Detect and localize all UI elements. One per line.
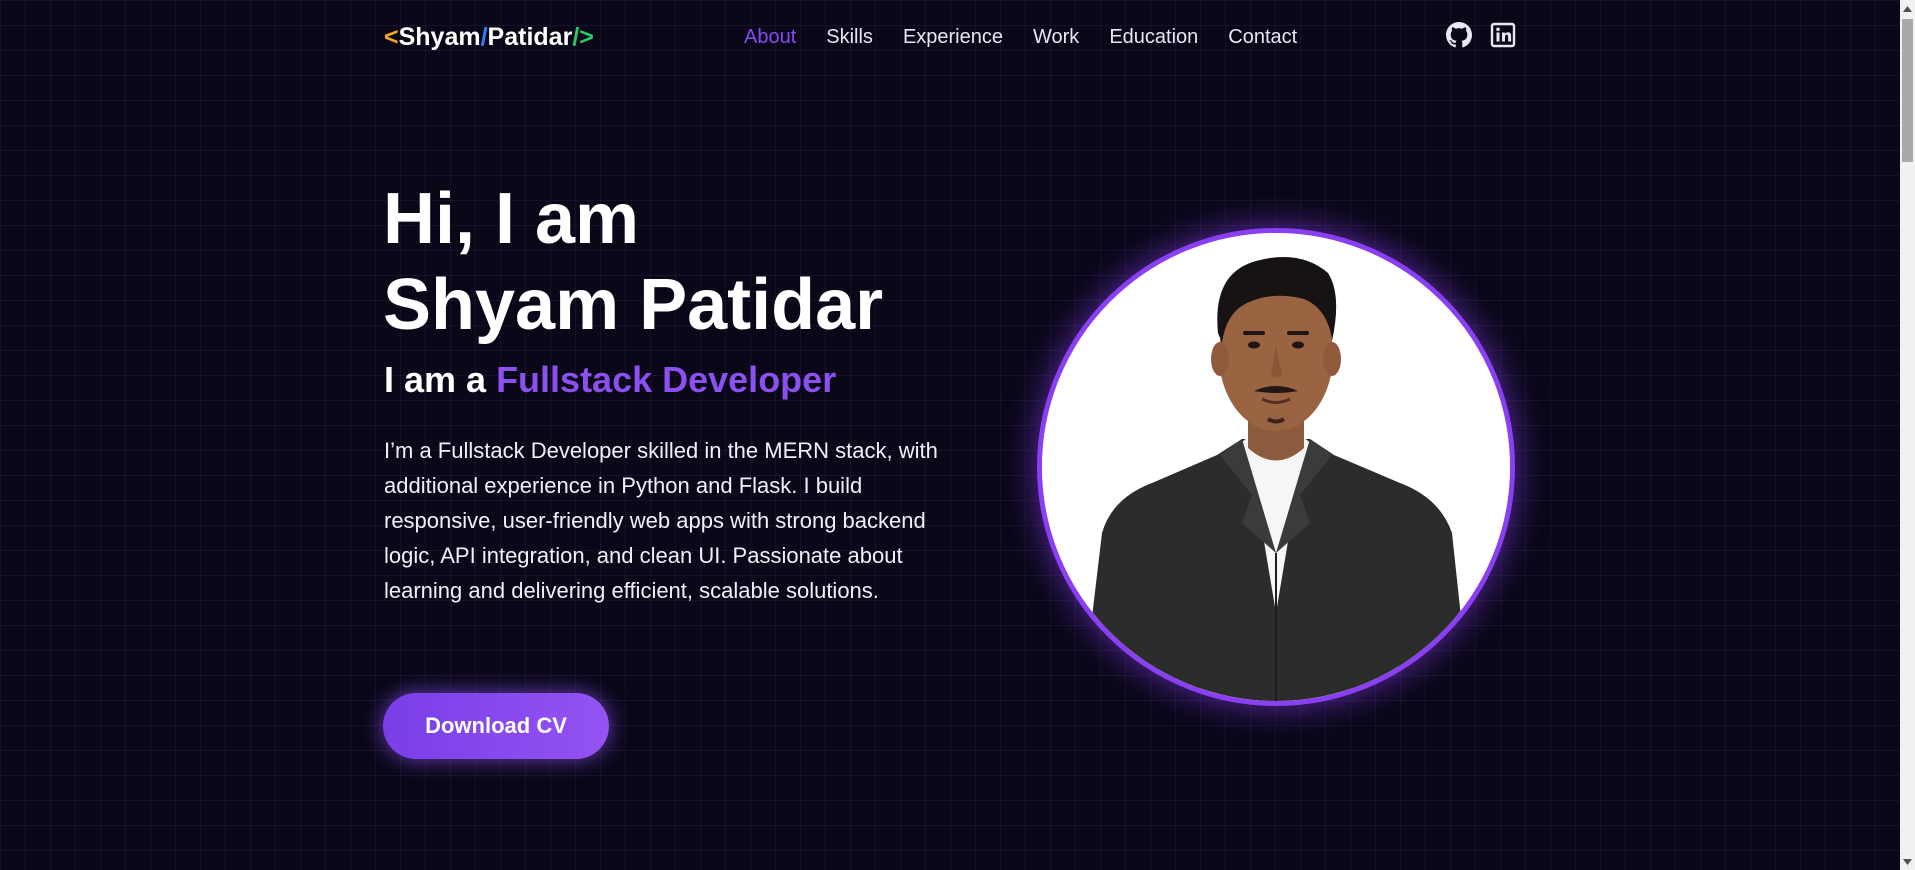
portfolio-page: <Shyam/Patidar/> About Skills Experience… bbox=[0, 0, 1915, 870]
hero-role: I am a Fullstack Developer bbox=[384, 358, 836, 402]
hero-name: Shyam Patidar bbox=[383, 265, 884, 345]
hero-greeting: Hi, I am bbox=[383, 179, 640, 259]
download-cv-button[interactable]: Download CV bbox=[383, 693, 609, 759]
scroll-down-arrow-icon[interactable] bbox=[1900, 853, 1915, 870]
scroll-up-arrow-icon[interactable] bbox=[1900, 0, 1915, 17]
logo-last-name: Patidar bbox=[487, 23, 573, 51]
hero-heading: Hi, I am Shyam Patidar bbox=[383, 176, 883, 348]
nav-item-contact[interactable]: Contact bbox=[1228, 24, 1297, 50]
role-title: Fullstack Developer bbox=[496, 359, 837, 400]
site-logo[interactable]: <Shyam/Patidar/> bbox=[384, 20, 594, 54]
profile-portrait-illustration bbox=[1042, 233, 1510, 701]
navbar: <Shyam/Patidar/> About Skills Experience… bbox=[0, 0, 1900, 72]
nav-item-skills[interactable]: Skills bbox=[826, 24, 873, 50]
logo-first-name: Shyam bbox=[398, 23, 481, 51]
logo-slash: / bbox=[480, 23, 488, 51]
nav-item-education[interactable]: Education bbox=[1109, 24, 1198, 50]
linkedin-icon[interactable] bbox=[1490, 22, 1516, 48]
nav-item-about[interactable]: About bbox=[744, 24, 796, 50]
nav-item-work[interactable]: Work bbox=[1033, 24, 1079, 50]
role-prefix: I am a bbox=[384, 359, 497, 400]
scrollbar-thumb[interactable] bbox=[1902, 19, 1913, 162]
page-scrollbar[interactable] bbox=[1900, 0, 1915, 870]
github-icon[interactable] bbox=[1446, 22, 1472, 48]
social-links bbox=[1446, 22, 1516, 48]
hero-bio: I’m a Fullstack Developer skilled in the… bbox=[384, 438, 938, 603]
logo-open-bracket: < bbox=[384, 23, 399, 51]
logo-close-bracket: /> bbox=[572, 23, 594, 51]
main-menu: About Skills Experience Work Education C… bbox=[744, 24, 1327, 50]
nav-item-experience[interactable]: Experience bbox=[903, 24, 1003, 50]
profile-photo bbox=[1037, 228, 1515, 706]
